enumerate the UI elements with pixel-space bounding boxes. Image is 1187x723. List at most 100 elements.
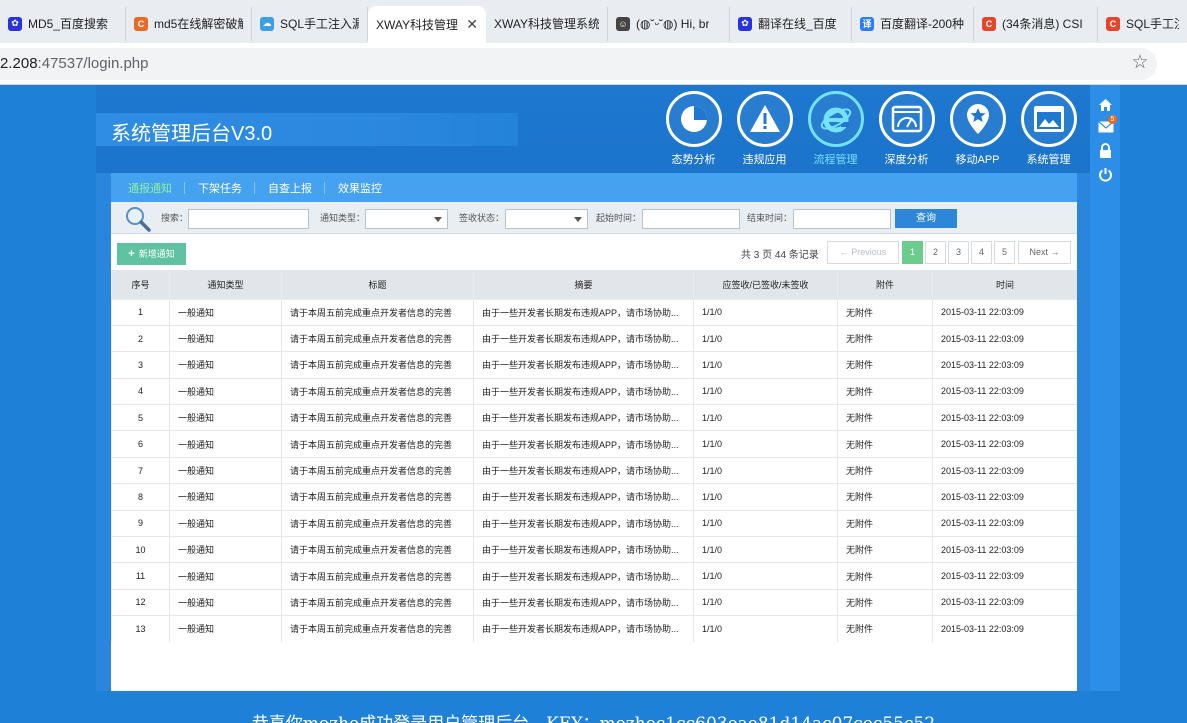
close-tab-icon[interactable]: ✕ — [466, 16, 478, 33]
query-button[interactable]: 查询 — [895, 209, 957, 228]
table-cell: 2015-03-11 22:03:09 — [932, 404, 1077, 432]
table-cell: 9 — [111, 509, 170, 538]
start-time-input[interactable] — [642, 209, 740, 229]
status-select[interactable] — [505, 209, 588, 229]
table-cell: 2015-03-11 22:03:09 — [932, 298, 1077, 326]
page-button[interactable]: 4 — [971, 241, 992, 264]
subnav-item[interactable]: 效果监控 — [325, 180, 395, 196]
page-button[interactable]: 3 — [948, 241, 969, 264]
nav-star-badge[interactable]: 移动APP — [942, 89, 1013, 173]
column-header[interactable]: 通知类型 — [169, 270, 282, 300]
table-cell: 由于一些开发者长期发布违规APP，请市场协助... — [473, 588, 694, 617]
address-bar[interactable]: 2.208:47537/login.php — [0, 48, 1157, 80]
mail-icon[interactable]: 5 — [1097, 115, 1117, 135]
lock-icon[interactable] — [1097, 142, 1114, 159]
next-page-button[interactable]: Next → — [1018, 241, 1071, 264]
browser-tab-title: (◍˘ᵕ˘◍) Hi, br — [636, 16, 710, 31]
table-cell: 由于一些开发者长期发布违规APP，请市场协助... — [473, 351, 694, 379]
table-row[interactable]: 13 一般通知 请于本周五前完成重点开发者信息的完善 由于一些开发者长期发布违规APP… — [111, 615, 1077, 642]
table-cell: 无附件 — [837, 509, 933, 538]
browser-tab[interactable]: C (34条消息) CSI — [974, 6, 1098, 41]
browser-tab-title: 百度翻译-200种 — [880, 17, 965, 31]
table-cell: 一般通知 — [169, 404, 282, 432]
browser-tab-title: SQL手工注 — [1126, 17, 1179, 31]
column-header[interactable]: 应签收/已签收/未签收 — [693, 270, 838, 300]
browser-tab[interactable]: ✿ MD5_百度搜索 — [0, 6, 126, 41]
add-notice-button[interactable]: + 新增通知 — [117, 243, 186, 265]
start-time-label: 起始时间： — [596, 213, 642, 223]
browser-tab[interactable]: XWAY科技管理系统 — [486, 6, 608, 41]
browser-tab[interactable]: Cmd5在线解密破解 — [126, 6, 252, 41]
table-cell: 1/1/0 — [693, 615, 838, 642]
browser-tab[interactable]: C SQL手工注 — [1098, 7, 1187, 41]
table-cell: 3 — [111, 351, 170, 379]
nav-gauge[interactable]: 深度分析 — [871, 89, 942, 173]
table-row[interactable]: 11 一般通知 请于本周五前完成重点开发者信息的完善 由于一些开发者长期发布违规APP… — [111, 562, 1077, 590]
table-row[interactable]: 7 一般通知 请于本周五前完成重点开发者信息的完善 由于一些开发者长期发布违规APP，… — [111, 456, 1077, 485]
table-cell: 1/1/0 — [693, 456, 838, 485]
browser-tab[interactable]: ☺ (◍˘ᵕ˘◍) Hi, br — [608, 6, 730, 41]
table-cell: 由于一些开发者长期发布违规APP，请市场协助... — [473, 456, 694, 485]
table-cell: 无附件 — [837, 536, 933, 564]
page-button[interactable]: 1 — [902, 241, 923, 264]
table-cell: 2 — [111, 324, 170, 353]
home-icon[interactable] — [1097, 96, 1114, 113]
table-row[interactable]: 4 一般通知 请于本周五前完成重点开发者信息的完善 由于一些开发者长期发布违规APP，… — [111, 377, 1077, 406]
table-row[interactable]: 1 一般通知 请于本周五前完成重点开发者信息的完善 由于一些开发者长期发布违规APP，… — [111, 298, 1077, 326]
table-cell: 无附件 — [837, 324, 933, 353]
bookmark-star-icon[interactable]: ☆ — [1130, 52, 1150, 74]
table-cell: 2015-03-11 22:03:09 — [932, 536, 1077, 564]
column-header[interactable]: 附件 — [837, 270, 933, 300]
table-cell: 1/1/0 — [693, 351, 838, 379]
table-cell: 一般通知 — [169, 483, 282, 511]
table-row[interactable]: 6 一般通知 请于本周五前完成重点开发者信息的完善 由于一些开发者长期发布违规APP，… — [111, 430, 1077, 458]
previous-page-button[interactable]: ← Previous — [827, 241, 899, 264]
subnav-item[interactable]: 下架任务 — [185, 180, 255, 196]
column-header[interactable]: 标题 — [281, 270, 474, 300]
emoji-icon: ☺ — [616, 16, 630, 31]
table-cell: 由于一些开发者长期发布违规APP，请市场协助... — [473, 536, 694, 564]
page-button[interactable]: 5 — [994, 241, 1015, 264]
browser-tab[interactable]: ☁ SQL手工注入漏 — [252, 6, 368, 41]
table-cell: 13 — [111, 615, 170, 642]
table-row[interactable]: 3 一般通知 请于本周五前完成重点开发者信息的完善 由于一些开发者长期发布违规APP，… — [111, 351, 1077, 379]
toolbar-row: 共 3 页 44 条记录 ← Previous 1 2 3 4 5 Next → — [111, 239, 1077, 265]
nav-window[interactable]: 系统管理 — [1013, 89, 1084, 173]
keyword-input[interactable] — [188, 209, 309, 229]
chevron-down-icon — [574, 217, 582, 222]
baidu-paw-icon: ✿ — [8, 16, 22, 31]
column-header[interactable]: 序号 — [111, 270, 170, 300]
subnav-item[interactable]: 自查上报 — [255, 180, 325, 196]
table-cell: 1/1/0 — [693, 483, 838, 511]
power-icon[interactable] — [1097, 166, 1114, 183]
table-cell: 一般通知 — [169, 324, 282, 353]
type-select[interactable] — [365, 209, 448, 229]
browser-tab[interactable]: XWAY科技管理系统 ✕ — [368, 6, 486, 43]
nav-pie-chart[interactable]: 态势分析 — [658, 89, 729, 173]
nav-ie-browser[interactable]: 流程管理 — [800, 89, 871, 173]
translate-icon: 译 — [860, 16, 874, 31]
browser-tab[interactable]: ✿ 翻译在线_百度 — [730, 6, 852, 41]
table-row[interactable]: 5 一般通知 请于本周五前完成重点开发者信息的完善 由于一些开发者长期发布违规APP，… — [111, 404, 1077, 432]
table-cell: 无附件 — [837, 615, 933, 642]
browser-tab[interactable]: 译百度翻译-200种 — [852, 6, 974, 41]
table-row[interactable]: 12 一般通知 请于本周五前完成重点开发者信息的完善 由于一些开发者长期发布违规APP… — [111, 588, 1077, 617]
table-cell: 12 — [111, 588, 170, 617]
end-time-input[interactable] — [793, 209, 891, 229]
page-button[interactable]: 2 — [925, 241, 946, 264]
table-cell: 请于本周五前完成重点开发者信息的完善 — [281, 377, 474, 406]
table-row[interactable]: 10 一般通知 请于本周五前完成重点开发者信息的完善 由于一些开发者长期发布违规APP… — [111, 536, 1077, 564]
column-header[interactable]: 摘要 — [473, 270, 694, 300]
subnav-item[interactable]: 通报通知 — [111, 180, 185, 196]
table-row[interactable]: 2 一般通知 请于本周五前完成重点开发者信息的完善 由于一些开发者长期发布违规APP，… — [111, 324, 1077, 353]
main-nav: 态势分析 违规应用 流程管理 深度分析 移动APP 系统管理 — [658, 89, 1084, 173]
nav-warning[interactable]: 违规应用 — [729, 89, 800, 173]
table-row[interactable]: 9 一般通知 请于本周五前完成重点开发者信息的完善 由于一些开发者长期发布违规APP，… — [111, 509, 1077, 538]
column-header[interactable]: 时间 — [932, 270, 1077, 300]
table-cell: 8 — [111, 483, 170, 511]
table-cell: 2015-03-11 22:03:09 — [932, 483, 1077, 511]
table-row[interactable]: 8 一般通知 请于本周五前完成重点开发者信息的完善 由于一些开发者长期发布违规APP，… — [111, 483, 1077, 511]
browser-tab-title: SQL手工注入漏 — [280, 17, 359, 31]
browser-tab-title: md5在线解密破解 — [154, 17, 243, 31]
table-cell: 由于一些开发者长期发布违规APP，请市场协助... — [473, 615, 694, 642]
